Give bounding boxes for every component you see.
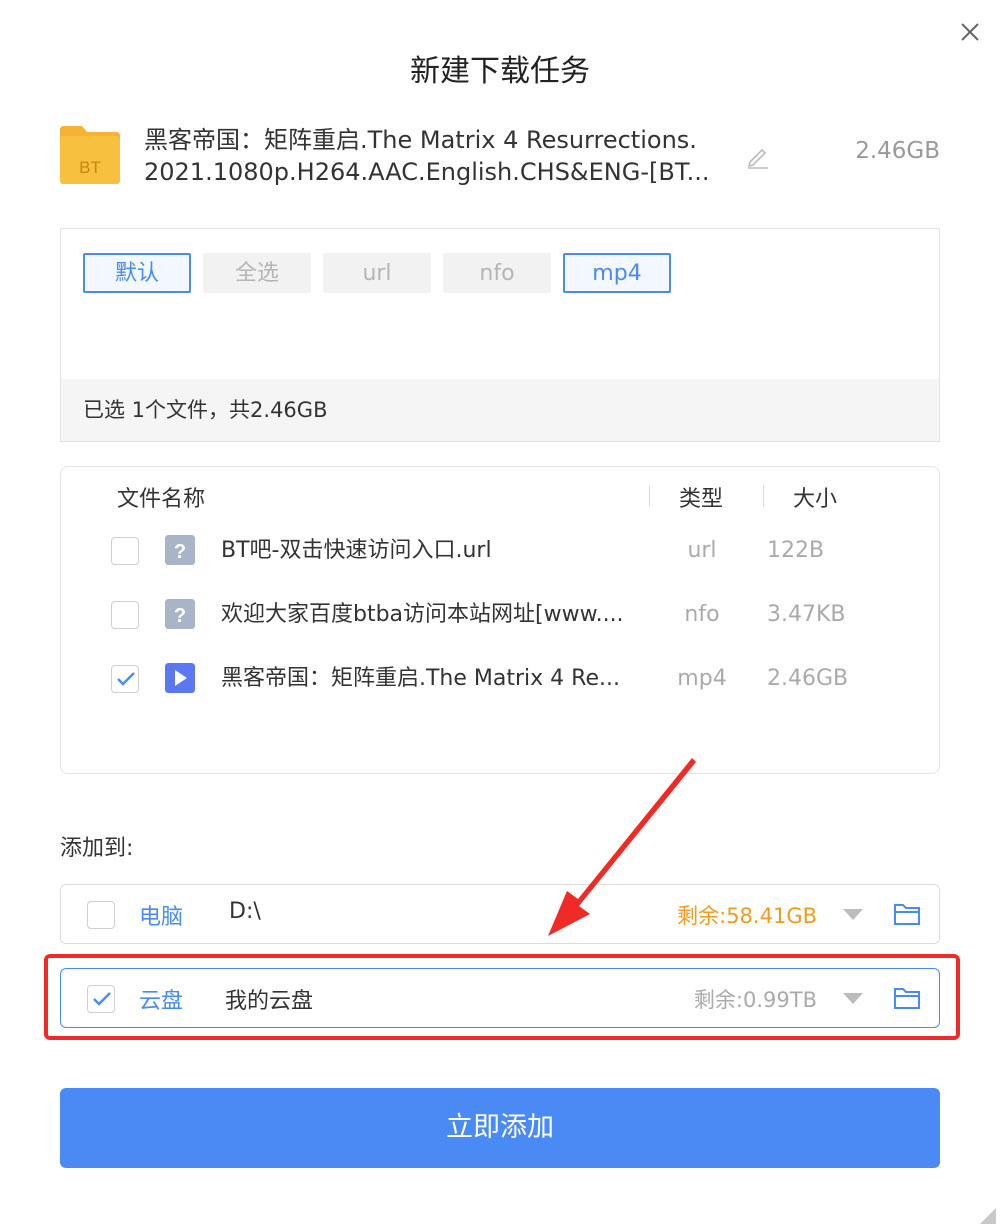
svg-text:?: ? — [174, 541, 186, 563]
file-checkbox[interactable] — [111, 537, 139, 565]
destination-name: 电脑 — [139, 905, 184, 930]
svg-text:?: ? — [174, 605, 186, 627]
checkmark-icon — [117, 672, 135, 686]
filter-tag-mp4[interactable]: mp4 — [563, 253, 671, 293]
file-name: BT吧-双击快速访问入口.url — [221, 538, 492, 563]
file-list: 文件名称 类型 大小 ? BT吧-双击快速访问入口.url url 122B ?… — [60, 466, 940, 774]
column-header-size[interactable]: 大小 — [793, 481, 837, 513]
file-size: 3.47KB — [767, 602, 846, 627]
file-row[interactable]: ? BT吧-双击快速访问入口.url url 122B — [61, 531, 939, 575]
free-space-text: 剩余:58.41GB — [677, 904, 817, 928]
unknown-file-icon: ? — [165, 599, 195, 629]
file-checkbox-checked[interactable] — [111, 665, 139, 693]
filter-tag-select-all[interactable]: 全选 — [203, 253, 311, 293]
destination-path: D:\ — [229, 899, 261, 924]
bt-folder-label: BT — [79, 158, 101, 177]
checkmark-icon — [93, 992, 111, 1006]
file-name: 黑客帝国：矩阵重启.The Matrix 4 Re... — [221, 666, 620, 691]
filter-tag-url[interactable]: url — [323, 253, 431, 293]
filter-tags: 默认 全选 url nfo mp4 — [83, 253, 671, 293]
destination-local[interactable]: 电脑 D:\ 剩余:58.41GB — [60, 884, 940, 944]
file-name: 欢迎大家百度btba访问本站网址[www.... — [221, 602, 624, 627]
add-to-label: 添加到: — [60, 836, 134, 861]
unknown-file-icon: ? — [165, 535, 195, 565]
chevron-down-icon[interactable] — [843, 909, 863, 920]
file-type: mp4 — [677, 666, 727, 691]
free-space-text: 剩余:0.99TB — [693, 988, 817, 1012]
file-row[interactable]: 黑客帝国：矩阵重启.The Matrix 4 Re... mp4 2.46GB — [61, 659, 939, 703]
destination-checkbox[interactable] — [87, 901, 115, 929]
file-size: 122B — [767, 538, 825, 563]
destination-name: 云盘 — [139, 989, 184, 1014]
file-type: nfo — [684, 602, 720, 627]
add-now-button[interactable]: 立即添加 — [60, 1088, 940, 1168]
destination-path: 我的云盘 — [225, 989, 314, 1014]
destination-checkbox-checked[interactable] — [87, 985, 115, 1013]
folder-open-icon[interactable] — [893, 985, 921, 1011]
resize-grip-icon[interactable] — [978, 1206, 996, 1224]
task-size: 2.46GB — [855, 138, 940, 164]
column-header-type[interactable]: 类型 — [679, 481, 723, 513]
file-row[interactable]: ? 欢迎大家百度btba访问本站网址[www.... nfo 3.47KB — [61, 595, 939, 639]
folder-open-icon[interactable] — [893, 901, 921, 927]
video-file-icon — [165, 663, 195, 693]
selection-summary: 已选 1个文件，共2.46GB — [61, 379, 939, 441]
edit-icon[interactable] — [744, 142, 772, 170]
chevron-down-icon[interactable] — [843, 993, 863, 1004]
task-name-line-1: 黑客帝国：矩阵重启.The Matrix 4 Resurrections. — [144, 126, 697, 154]
close-icon[interactable] — [956, 18, 984, 46]
task-name-line-2: 2021.1080p.H264.AAC.English.CHS&ENG-[BT.… — [144, 158, 710, 186]
task-header: BT 黑客帝国：矩阵重启.The Matrix 4 Resurrections.… — [60, 120, 940, 192]
dialog-title: 新建下载任务 — [410, 54, 590, 89]
file-list-header: 文件名称 类型 大小 — [61, 481, 939, 513]
task-name: 黑客帝国：矩阵重启.The Matrix 4 Resurrections. 20… — [144, 124, 734, 188]
filter-tag-default[interactable]: 默认 — [83, 253, 191, 293]
file-checkbox[interactable] — [111, 601, 139, 629]
column-separator — [649, 485, 650, 507]
destination-cloud[interactable]: 云盘 我的云盘 剩余:0.99TB — [60, 968, 940, 1028]
bt-folder-icon: BT — [60, 126, 120, 184]
filter-tag-nfo[interactable]: nfo — [443, 253, 551, 293]
column-header-name[interactable]: 文件名称 — [117, 481, 205, 513]
file-type: url — [687, 538, 717, 563]
column-separator — [763, 485, 764, 507]
filter-panel: 默认 全选 url nfo mp4 已选 1个文件，共2.46GB — [60, 228, 940, 442]
file-size: 2.46GB — [767, 666, 849, 691]
